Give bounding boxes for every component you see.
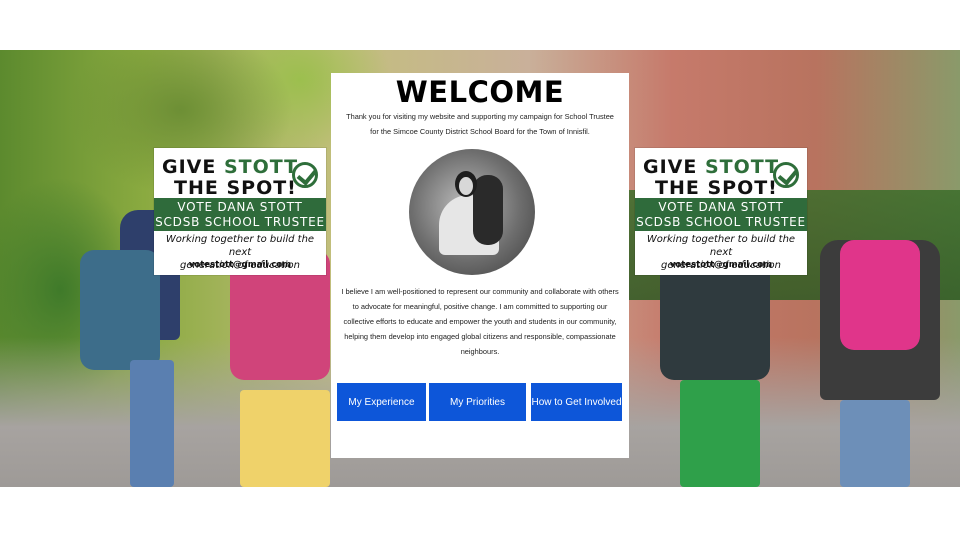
sign-headline-line2: THE SPOT! [655, 177, 778, 199]
sign-email: votestott@gmail.com [188, 260, 292, 270]
sign-band-line1: VOTE DANA STOTT [658, 200, 784, 214]
sign-tagline-line1: Working together to build the next [646, 234, 796, 258]
candidate-photo [409, 149, 535, 275]
welcome-title: WELCOME [395, 75, 565, 109]
checkmark-circle-icon [773, 162, 799, 188]
welcome-body-text: I believe I am well-positioned to repres… [341, 287, 619, 356]
my-experience-button[interactable]: My Experience [337, 383, 426, 421]
checkmark-circle-icon [292, 162, 318, 188]
how-to-get-involved-button[interactable]: How to Get Involved [531, 383, 622, 421]
sign-headline: GIVE STOTT THE SPOT! [641, 153, 801, 199]
sign-email: votestott@gmail.com [669, 260, 773, 270]
sign-band: VOTE DANA STOTT SCDSB SCHOOL TRUSTEE [635, 198, 807, 231]
campaign-sign-left: GIVE STOTT THE SPOT! VOTE DANA STOTT SCD… [154, 148, 326, 275]
sign-band-line2: SCDSB SCHOOL TRUSTEE [636, 215, 806, 229]
sign-tagline-line1: Working together to build the next [165, 234, 315, 258]
child-with-pink-backpack-right [810, 170, 950, 487]
my-priorities-button[interactable]: My Priorities [429, 383, 526, 421]
sign-band-line1: VOTE DANA STOTT [177, 200, 303, 214]
welcome-panel: WELCOME Thank you for visiting my websit… [331, 73, 629, 458]
campaign-sign-right: GIVE STOTT THE SPOT! VOTE DANA STOTT SCD… [635, 148, 807, 275]
sign-headline: GIVE STOTT THE SPOT! [160, 153, 320, 199]
sign-headline-line1: GIVE STOTT [162, 156, 299, 178]
sign-band: VOTE DANA STOTT SCDSB SCHOOL TRUSTEE [154, 198, 326, 231]
sign-headline-line1: GIVE STOTT [643, 156, 780, 178]
welcome-intro-text: Thank you for visiting my website and su… [346, 112, 614, 136]
sign-headline-line2: THE SPOT! [174, 177, 297, 199]
sign-band-line2: SCDSB SCHOOL TRUSTEE [155, 215, 325, 229]
